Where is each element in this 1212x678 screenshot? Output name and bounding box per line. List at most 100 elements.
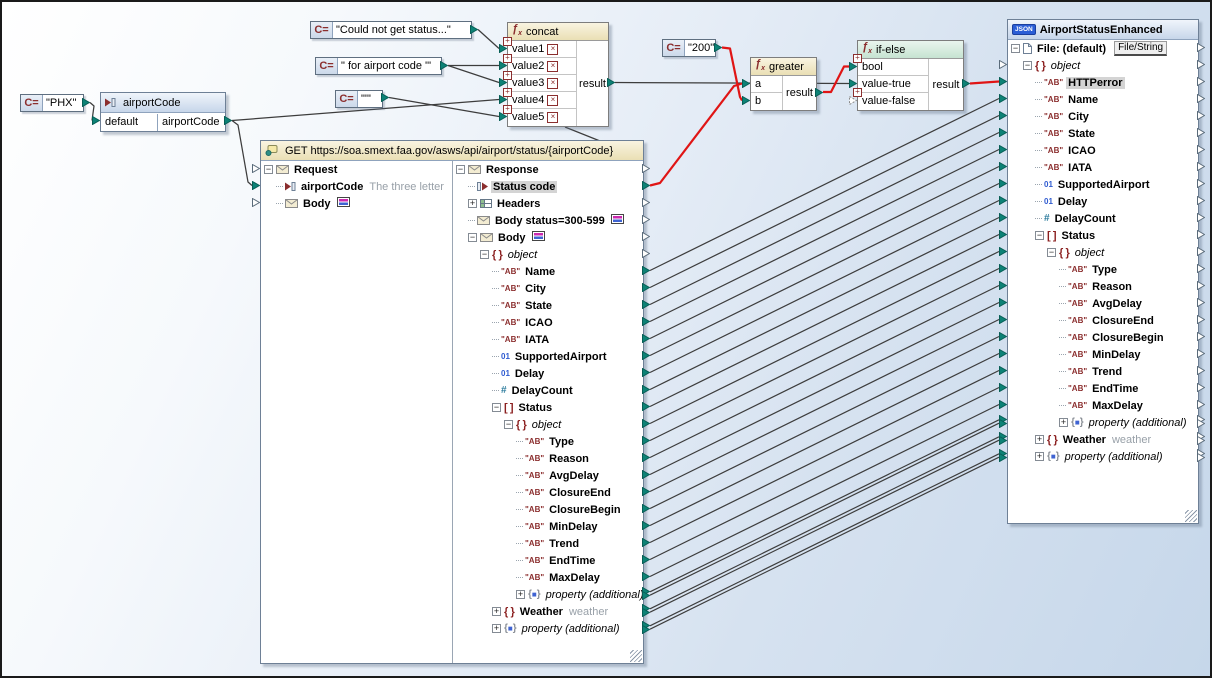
target-delay-input-connector[interactable] (999, 196, 1007, 208)
input-component-airportcode[interactable]: airportCode default airportCode (100, 92, 226, 132)
target-property-additional--input-connector[interactable] (999, 415, 1007, 431)
tree-row-property-additional-[interactable]: +{■}property (additional) (453, 586, 642, 603)
delete-input-icon[interactable]: × (547, 61, 558, 72)
delete-input-icon[interactable]: × (547, 112, 558, 123)
target-name-input-connector[interactable] (999, 94, 1007, 106)
tree-row-state[interactable]: "AB"State (1008, 125, 1198, 142)
add-input-icon[interactable]: + (503, 54, 512, 63)
function-concat[interactable]: ƒx concat value1× value2× value3× value4… (507, 22, 609, 127)
target-city-input-connector[interactable] (999, 111, 1007, 123)
tree-row-object[interactable]: −{ }object (453, 246, 642, 263)
wire-map-supportedairport[interactable] (650, 184, 999, 356)
response-headers-output-connector[interactable] (642, 198, 650, 210)
tree-row-status-code[interactable]: Status code (453, 178, 642, 195)
target-mindelay-input-connector[interactable] (999, 349, 1007, 361)
tree-row-iata[interactable]: "AB"IATA (453, 331, 642, 348)
response-mindelay-output-connector[interactable] (642, 521, 650, 533)
request-airportcode-input-connector[interactable] (252, 181, 260, 193)
response-status-output-connector[interactable] (642, 402, 650, 414)
response-delaycount-output-connector[interactable] (642, 385, 650, 397)
tree-row-avgdelay[interactable]: "AB"AvgDelay (1008, 295, 1198, 312)
mime-type-icon[interactable] (611, 214, 624, 227)
function-concat-titlebar[interactable]: ƒx concat (508, 23, 608, 41)
greater-a-input-connector[interactable] (742, 79, 750, 91)
ifelse-valuefalse-input-connector[interactable] (849, 96, 857, 108)
tree-row-trend[interactable]: "AB"Trend (453, 535, 642, 552)
target-closureend-output-connector[interactable] (1197, 315, 1205, 327)
greater-output-result[interactable]: result (783, 76, 816, 110)
wire-map-object[interactable] (650, 252, 999, 424)
wire-greater-to-bool[interactable] (823, 67, 849, 93)
expand-toggle-icon[interactable]: + (516, 590, 525, 599)
tree-row-delaycount[interactable]: #DelayCount (1008, 210, 1198, 227)
greater-input-a[interactable]: a (751, 76, 783, 93)
tree-row-property-additional-[interactable]: +{■}property (additional) (453, 620, 642, 637)
greater-input-b[interactable]: b (751, 93, 783, 110)
delete-input-icon[interactable]: × (547, 95, 558, 106)
tree-row-mindelay[interactable]: "AB"MinDelay (453, 518, 642, 535)
wire-map-city[interactable] (650, 116, 999, 288)
file-string-button[interactable]: File/String (1114, 41, 1167, 56)
add-input-icon[interactable]: + (503, 88, 512, 97)
concat-output-result[interactable]: result (577, 41, 608, 126)
airportcode-output-connector[interactable] (224, 116, 232, 128)
target-property-additional--input-connector[interactable] (999, 449, 1007, 465)
function-if-else[interactable]: ƒx if-else bool value-true value-false r… (857, 40, 964, 111)
target-avgdelay-input-connector[interactable] (999, 298, 1007, 310)
collapse-toggle-icon[interactable]: − (468, 233, 477, 242)
target-maxdelay-output-connector[interactable] (1197, 400, 1205, 412)
tree-row-type[interactable]: "AB"Type (453, 433, 642, 450)
expand-toggle-icon[interactable]: + (1035, 452, 1044, 461)
tree-row-supportedairport[interactable]: 01SupportedAirport (1008, 176, 1198, 193)
target-state-input-connector[interactable] (999, 128, 1007, 140)
wire-map-reason[interactable] (650, 286, 999, 458)
concat-input-value2[interactable]: value2× (508, 58, 577, 75)
response-weather-output-connector[interactable] (642, 604, 650, 620)
expand-toggle-icon[interactable]: + (492, 624, 501, 633)
wire-map-property-additional-[interactable] (650, 420, 999, 592)
tree-row-file-default-[interactable]: −File: (default)File/String (1008, 40, 1198, 57)
default-input-connector[interactable] (92, 116, 100, 128)
response-maxdelay-output-connector[interactable] (642, 572, 650, 584)
response-property-additional--output-connector[interactable] (642, 587, 650, 603)
wire-map-property-additional-[interactable] (650, 454, 999, 626)
function-if-else-titlebar[interactable]: ƒx if-else (858, 41, 963, 59)
tree-row-endtime[interactable]: "AB"EndTime (1008, 380, 1198, 397)
target-icao-input-connector[interactable] (999, 145, 1007, 157)
tree-row-type[interactable]: "AB"Type (1008, 261, 1198, 278)
wire-statuscode-to-a[interactable] (650, 84, 742, 186)
greater-b-input-connector[interactable] (742, 96, 750, 108)
target-status-output-connector[interactable] (1197, 230, 1205, 242)
target-closurebegin-input-connector[interactable] (999, 332, 1007, 344)
response-state-output-connector[interactable] (642, 300, 650, 312)
response-response-output-connector[interactable] (642, 164, 650, 176)
target-delaycount-output-connector[interactable] (1197, 213, 1205, 225)
wire-map-delay[interactable] (650, 201, 999, 373)
wire-map-mindelay[interactable] (650, 354, 999, 526)
wire-map-state[interactable] (650, 133, 999, 305)
tree-row-closureend[interactable]: "AB"ClosureEnd (1008, 312, 1198, 329)
constant-could-not-get-status[interactable]: C= "Could not get status..." (310, 21, 472, 39)
response-delay-output-connector[interactable] (642, 368, 650, 380)
collapse-toggle-icon[interactable]: − (1011, 44, 1020, 53)
output-component-titlebar[interactable]: JSON AirportStatusEnhanced (1008, 20, 1198, 40)
tree-row-headers[interactable]: +Headers (453, 195, 642, 212)
forcode-output-connector[interactable] (440, 61, 448, 73)
tree-row-airportcode[interactable]: airportCodeThe three letter (261, 178, 452, 195)
collapse-toggle-icon[interactable]: − (1047, 248, 1056, 257)
c200-output-connector[interactable] (714, 43, 722, 55)
tree-row-closurebegin[interactable]: "AB"ClosureBegin (453, 501, 642, 518)
wire-segment[interactable] (565, 127, 600, 141)
tree-row-object[interactable]: −{ }object (1008, 244, 1198, 261)
add-input-icon[interactable]: + (853, 88, 862, 97)
collapse-toggle-icon[interactable]: − (480, 250, 489, 259)
webservice-component[interactable]: GET https://soa.smext.faa.gov/asws/api/a… (260, 140, 644, 664)
response-reason-output-connector[interactable] (642, 453, 650, 465)
response-avgdelay-output-connector[interactable] (642, 470, 650, 482)
concat-input-value3[interactable]: value3× (508, 75, 577, 92)
target-status-input-connector[interactable] (999, 230, 1007, 242)
ifelse-input-value-true[interactable]: value-true (858, 76, 929, 93)
wire-map-type[interactable] (650, 269, 999, 441)
quote-output-connector[interactable] (381, 93, 389, 105)
tree-row-body-status-300-599[interactable]: Body status=300-599 (453, 212, 642, 229)
